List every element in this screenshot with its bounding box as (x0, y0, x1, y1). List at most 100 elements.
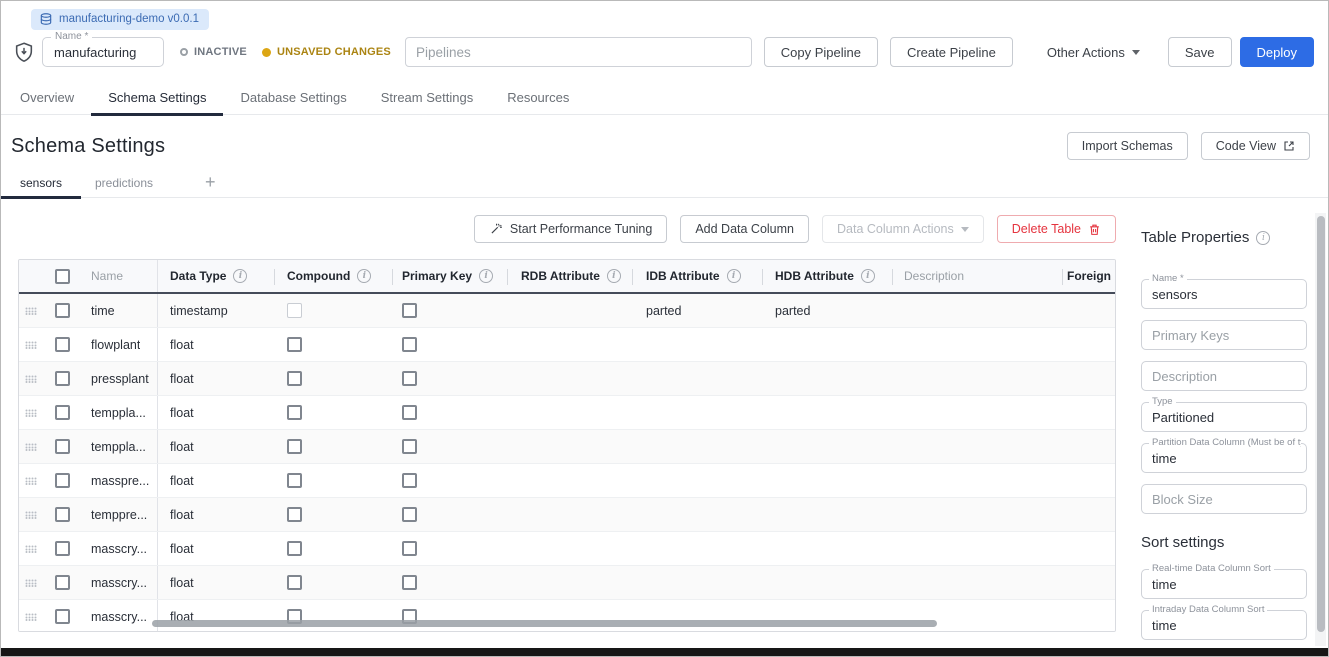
table-row[interactable]: masscry... float (19, 600, 1115, 632)
idb-attribute-cell[interactable] (632, 328, 762, 361)
drag-handle-icon[interactable] (25, 409, 37, 417)
table-row[interactable]: masscry... float (19, 566, 1115, 600)
idb-attribute-cell[interactable] (632, 430, 762, 463)
table-row[interactable]: flowplant float (19, 328, 1115, 362)
row-checkbox[interactable] (55, 405, 70, 420)
column-header[interactable]: Foreign Ke (1062, 260, 1115, 292)
foreign-key-cell[interactable] (1062, 600, 1115, 632)
hdb-attribute-cell[interactable] (762, 532, 892, 565)
deploy-button[interactable]: Deploy (1240, 37, 1314, 67)
idb-attribute-cell[interactable] (632, 532, 762, 565)
drag-handle-icon[interactable] (25, 545, 37, 553)
hdb-attribute-cell[interactable] (762, 362, 892, 395)
compound-checkbox[interactable] (287, 371, 302, 386)
property-field[interactable]: Partition Data Column (Must be of typ...… (1141, 443, 1307, 473)
primary-key-checkbox[interactable] (402, 507, 417, 522)
table-row[interactable]: temppla... float (19, 430, 1115, 464)
select-all-checkbox[interactable] (55, 269, 70, 284)
drag-handle-icon[interactable] (25, 613, 37, 621)
drag-handle-icon[interactable] (25, 443, 37, 451)
rdb-attribute-cell[interactable] (507, 328, 632, 361)
idb-attribute-cell[interactable]: parted (632, 294, 762, 327)
property-field[interactable]: Description (1141, 361, 1307, 391)
copy-pipeline-button[interactable]: Copy Pipeline (764, 37, 878, 67)
description-cell[interactable] (892, 464, 1062, 497)
hdb-attribute-cell[interactable] (762, 600, 892, 632)
column-header[interactable]: Description (892, 260, 1062, 292)
primary-key-checkbox[interactable] (402, 473, 417, 488)
foreign-key-cell[interactable] (1062, 566, 1115, 599)
sort-field[interactable]: Intraday Data Column Sort time (1141, 610, 1307, 640)
foreign-key-cell[interactable] (1062, 396, 1115, 429)
main-tab[interactable]: Database Settings (223, 81, 363, 115)
horizontal-scrollbar[interactable] (152, 620, 937, 627)
idb-attribute-cell[interactable] (632, 362, 762, 395)
info-icon[interactable]: i (1256, 231, 1270, 245)
data-type-cell[interactable]: float (157, 362, 274, 395)
foreign-key-cell[interactable] (1062, 532, 1115, 565)
main-tab[interactable]: Resources (490, 81, 586, 115)
primary-key-checkbox[interactable] (402, 439, 417, 454)
app-version-chip[interactable]: manufacturing-demo v0.0.1 (31, 9, 209, 30)
data-column-actions-button[interactable]: Data Column Actions (822, 215, 984, 243)
column-header[interactable]: Name (81, 260, 157, 292)
compound-checkbox[interactable] (287, 575, 302, 590)
rdb-attribute-cell[interactable] (507, 362, 632, 395)
row-checkbox[interactable] (55, 303, 70, 318)
idb-attribute-cell[interactable] (632, 600, 762, 632)
property-field[interactable]: Block Size (1141, 484, 1307, 514)
foreign-key-cell[interactable] (1062, 294, 1115, 327)
main-tab[interactable]: Stream Settings (364, 81, 491, 115)
compound-checkbox[interactable] (287, 507, 302, 522)
data-type-cell[interactable]: float (157, 532, 274, 565)
data-type-cell[interactable]: float (157, 396, 274, 429)
column-header[interactable]: Data Type i (157, 260, 274, 292)
schema-tab[interactable]: predictions (81, 168, 167, 198)
row-checkbox[interactable] (55, 541, 70, 556)
description-cell[interactable] (892, 294, 1062, 327)
drag-handle-icon[interactable] (25, 579, 37, 587)
schema-tab[interactable]: sensors (1, 168, 81, 198)
compound-checkbox[interactable] (287, 405, 302, 420)
hdb-attribute-cell[interactable] (762, 430, 892, 463)
hdb-attribute-cell[interactable] (762, 566, 892, 599)
rdb-attribute-cell[interactable] (507, 430, 632, 463)
hdb-attribute-cell[interactable] (762, 464, 892, 497)
foreign-key-cell[interactable] (1062, 430, 1115, 463)
add-schema-tab-button[interactable]: + (195, 172, 226, 193)
primary-key-checkbox[interactable] (402, 303, 417, 318)
add-data-column-button[interactable]: Add Data Column (680, 215, 809, 243)
data-type-cell[interactable]: float (157, 600, 274, 632)
info-icon[interactable]: i (861, 269, 875, 283)
foreign-key-cell[interactable] (1062, 328, 1115, 361)
drag-handle-icon[interactable] (25, 341, 37, 349)
drag-handle-icon[interactable] (25, 511, 37, 519)
description-cell[interactable] (892, 362, 1062, 395)
column-header[interactable]: IDB Attribute i (632, 260, 762, 292)
data-type-cell[interactable]: float (157, 328, 274, 361)
hdb-attribute-cell[interactable] (762, 396, 892, 429)
code-view-button[interactable]: Code View (1201, 132, 1310, 160)
table-row[interactable]: temppre... float (19, 498, 1115, 532)
pipelines-input[interactable]: Pipelines (405, 37, 752, 67)
hdb-attribute-cell[interactable] (762, 328, 892, 361)
row-checkbox[interactable] (55, 575, 70, 590)
info-icon[interactable]: i (607, 269, 621, 283)
rdb-attribute-cell[interactable] (507, 464, 632, 497)
sort-field[interactable]: Real-time Data Column Sort time (1141, 569, 1307, 599)
import-schemas-button[interactable]: Import Schemas (1067, 132, 1188, 160)
column-header[interactable]: Compound i (274, 260, 392, 292)
primary-key-checkbox[interactable] (402, 541, 417, 556)
foreign-key-cell[interactable] (1062, 464, 1115, 497)
main-tab[interactable]: Overview (3, 81, 91, 115)
data-type-cell[interactable]: float (157, 566, 274, 599)
compound-checkbox[interactable] (287, 439, 302, 454)
shield-icon[interactable] (13, 41, 35, 63)
rdb-attribute-cell[interactable] (507, 396, 632, 429)
main-tab[interactable]: Schema Settings (91, 81, 223, 115)
column-header[interactable]: RDB Attribute i (507, 260, 632, 292)
create-pipeline-button[interactable]: Create Pipeline (890, 37, 1013, 67)
save-button[interactable]: Save (1168, 37, 1232, 67)
drag-handle-icon[interactable] (25, 477, 37, 485)
foreign-key-cell[interactable] (1062, 498, 1115, 531)
